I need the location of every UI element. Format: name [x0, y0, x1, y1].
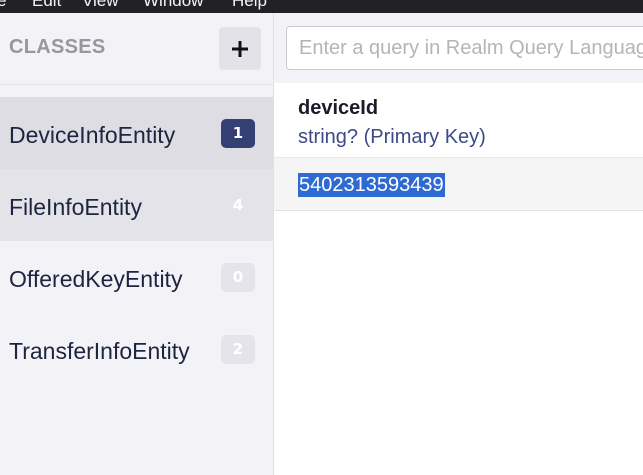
- sidebar-header: CLASSES: [0, 13, 273, 85]
- menu-edit[interactable]: Edit: [32, 0, 61, 11]
- count-badge: 0: [221, 263, 255, 292]
- add-class-button[interactable]: [219, 27, 261, 70]
- class-name: TransferInfoEntity: [9, 338, 190, 364]
- plus-icon: [232, 40, 248, 57]
- menu-file[interactable]: e: [0, 0, 6, 11]
- menu-window[interactable]: Window: [143, 0, 203, 11]
- class-name: DeviceInfoEntity: [9, 122, 176, 148]
- class-item-offeredkeyentity[interactable]: OfferedKeyEntity 0: [0, 241, 273, 313]
- count-badge: 4: [232, 196, 244, 214]
- class-name: OfferedKeyEntity: [9, 266, 183, 292]
- column-type: string? (Primary Key): [298, 126, 486, 148]
- column-name: deviceId: [298, 97, 379, 119]
- menu-view[interactable]: View: [82, 0, 119, 11]
- class-list: DeviceInfoEntity 1 FileInfoEntity 4 Offe…: [0, 97, 273, 385]
- menu-help[interactable]: Help: [232, 0, 267, 11]
- query-input[interactable]: [286, 26, 643, 70]
- cell-deviceid[interactable]: 5402313593439: [298, 173, 445, 197]
- class-name: FileInfoEntity: [9, 194, 142, 220]
- classes-sidebar: CLASSES DeviceInfoEntity 1 FileInfoEntit…: [0, 13, 274, 475]
- class-item-fileinfoentity[interactable]: FileInfoEntity 4: [0, 169, 273, 241]
- class-item-transferinfoentity[interactable]: TransferInfoEntity 2: [0, 313, 273, 385]
- count-badge: 1: [221, 119, 255, 148]
- class-item-deviceinfoentity[interactable]: DeviceInfoEntity 1: [0, 97, 273, 169]
- menu-bar: e Edit View Window Help: [0, 0, 643, 13]
- count-badge: 2: [221, 335, 255, 364]
- main-panel: deviceId string? (Primary Key) 540231359…: [274, 13, 643, 475]
- query-bar: [274, 13, 643, 83]
- table-row[interactable]: 5402313593439: [274, 158, 643, 211]
- classes-title: CLASSES: [9, 36, 106, 58]
- column-header-deviceid[interactable]: deviceId string? (Primary Key): [274, 83, 643, 158]
